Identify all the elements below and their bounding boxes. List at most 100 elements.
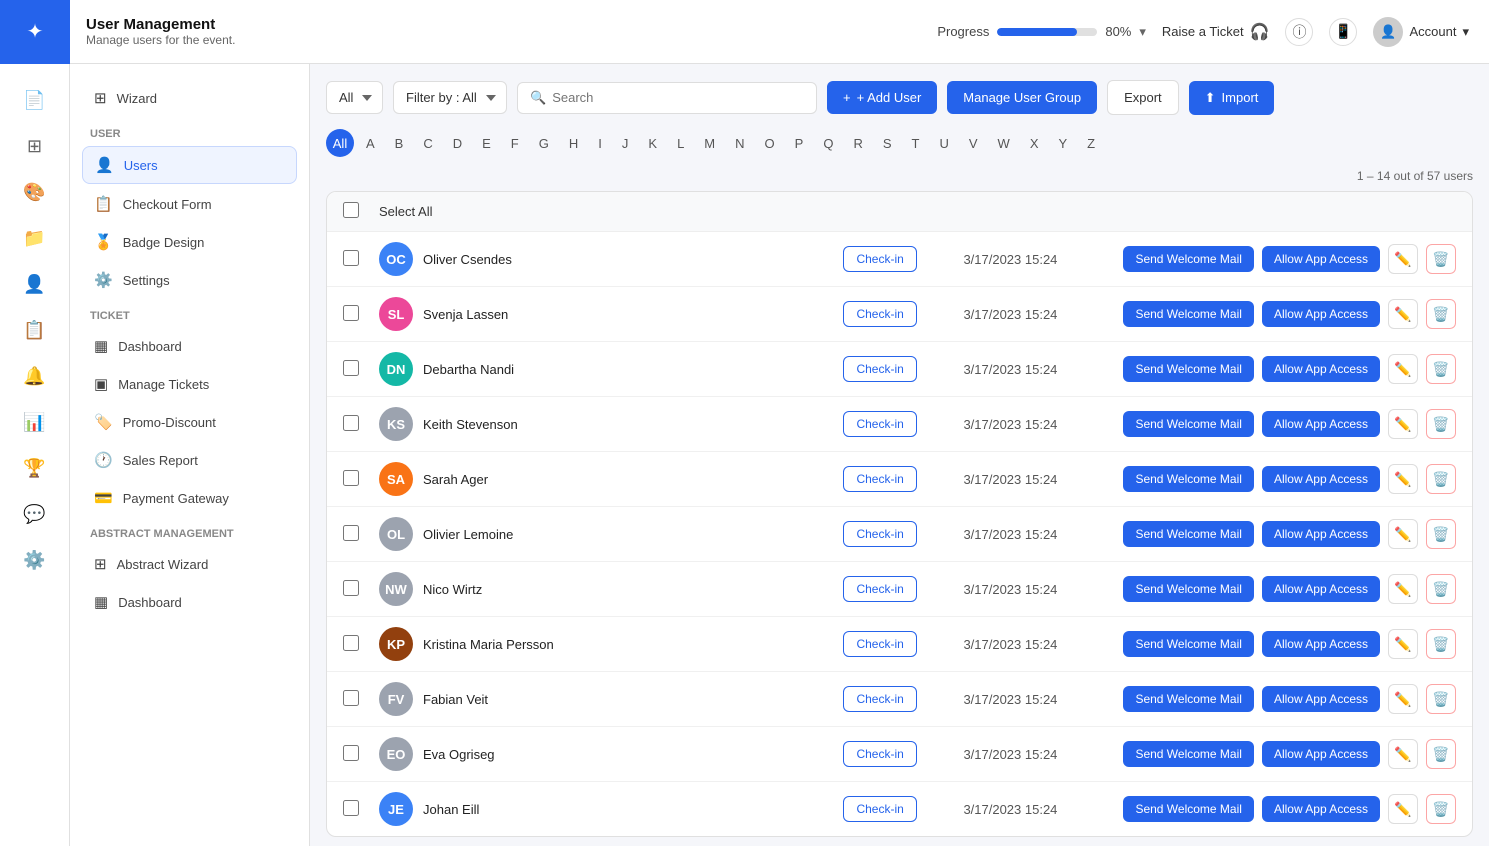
rail-icon-bell[interactable]: 🔔 bbox=[15, 356, 55, 396]
alpha-btn-q[interactable]: Q bbox=[815, 132, 841, 155]
send-mail-button-2[interactable]: Send Welcome Mail bbox=[1123, 356, 1254, 382]
rail-icon-trophy[interactable]: 🏆 bbox=[15, 448, 55, 488]
rail-icon-grid[interactable]: ⊞ bbox=[15, 126, 55, 166]
alpha-btn-z[interactable]: Z bbox=[1079, 132, 1103, 155]
account-button[interactable]: 👤 Account ▾ bbox=[1373, 17, 1469, 47]
import-button[interactable]: ⬆ Import bbox=[1189, 81, 1275, 115]
send-mail-button-3[interactable]: Send Welcome Mail bbox=[1123, 411, 1254, 437]
alpha-btn-r[interactable]: R bbox=[845, 132, 870, 155]
sidebar-item-manage-tickets[interactable]: ▣ Manage Tickets bbox=[82, 366, 297, 402]
rail-icon-settings[interactable]: ⚙️ bbox=[15, 540, 55, 580]
send-mail-button-9[interactable]: Send Welcome Mail bbox=[1123, 741, 1254, 767]
checkin-button-5[interactable]: Check-in bbox=[843, 521, 916, 547]
sidebar-item-payment[interactable]: 💳 Payment Gateway bbox=[82, 480, 297, 516]
row-checkbox-0[interactable] bbox=[343, 250, 359, 266]
delete-button-4[interactable]: 🗑️ bbox=[1426, 464, 1456, 494]
sidebar-item-wizard[interactable]: ⊞ Wizard bbox=[82, 80, 297, 116]
alpha-btn-a[interactable]: A bbox=[358, 132, 383, 155]
send-mail-button-10[interactable]: Send Welcome Mail bbox=[1123, 796, 1254, 822]
row-checkbox-7[interactable] bbox=[343, 635, 359, 651]
edit-button-9[interactable]: ✏️ bbox=[1388, 739, 1418, 769]
mobile-icon[interactable]: 📱 bbox=[1329, 18, 1357, 46]
edit-button-1[interactable]: ✏️ bbox=[1388, 299, 1418, 329]
checkin-button-6[interactable]: Check-in bbox=[843, 576, 916, 602]
edit-button-2[interactable]: ✏️ bbox=[1388, 354, 1418, 384]
alpha-btn-f[interactable]: F bbox=[503, 132, 527, 155]
allow-app-button-0[interactable]: Allow App Access bbox=[1262, 246, 1380, 272]
sidebar-item-dashboard[interactable]: ▦ Dashboard bbox=[82, 328, 297, 364]
filter-all-select[interactable]: All bbox=[326, 81, 383, 114]
manage-user-group-button[interactable]: Manage User Group bbox=[947, 81, 1097, 114]
delete-button-8[interactable]: 🗑️ bbox=[1426, 684, 1456, 714]
edit-button-7[interactable]: ✏️ bbox=[1388, 629, 1418, 659]
allow-app-button-7[interactable]: Allow App Access bbox=[1262, 631, 1380, 657]
allow-app-button-8[interactable]: Allow App Access bbox=[1262, 686, 1380, 712]
send-mail-button-6[interactable]: Send Welcome Mail bbox=[1123, 576, 1254, 602]
delete-button-9[interactable]: 🗑️ bbox=[1426, 739, 1456, 769]
delete-button-6[interactable]: 🗑️ bbox=[1426, 574, 1456, 604]
delete-button-3[interactable]: 🗑️ bbox=[1426, 409, 1456, 439]
row-checkbox-3[interactable] bbox=[343, 415, 359, 431]
info-icon[interactable]: ⓘ bbox=[1285, 18, 1313, 46]
select-all-checkbox[interactable] bbox=[343, 202, 359, 218]
send-mail-button-0[interactable]: Send Welcome Mail bbox=[1123, 246, 1254, 272]
search-input[interactable] bbox=[552, 90, 804, 105]
checkin-button-8[interactable]: Check-in bbox=[843, 686, 916, 712]
alpha-btn-w[interactable]: W bbox=[990, 132, 1018, 155]
allow-app-button-10[interactable]: Allow App Access bbox=[1262, 796, 1380, 822]
alpha-btn-h[interactable]: H bbox=[561, 132, 586, 155]
edit-button-4[interactable]: ✏️ bbox=[1388, 464, 1418, 494]
rail-icon-folder[interactable]: 📁 bbox=[15, 218, 55, 258]
alpha-btn-s[interactable]: S bbox=[875, 132, 900, 155]
row-checkbox-8[interactable] bbox=[343, 690, 359, 706]
rail-icon-list[interactable]: 📋 bbox=[15, 310, 55, 350]
delete-button-2[interactable]: 🗑️ bbox=[1426, 354, 1456, 384]
allow-app-button-5[interactable]: Allow App Access bbox=[1262, 521, 1380, 547]
alpha-btn-y[interactable]: Y bbox=[1050, 132, 1075, 155]
allow-app-button-4[interactable]: Allow App Access bbox=[1262, 466, 1380, 492]
allow-app-button-6[interactable]: Allow App Access bbox=[1262, 576, 1380, 602]
checkin-button-0[interactable]: Check-in bbox=[843, 246, 916, 272]
sidebar-item-checkout[interactable]: 📋 Checkout Form bbox=[82, 186, 297, 222]
raise-ticket-btn[interactable]: Raise a Ticket 🎧 bbox=[1162, 22, 1270, 42]
rail-icon-chat[interactable]: 💬 bbox=[15, 494, 55, 534]
row-checkbox-1[interactable] bbox=[343, 305, 359, 321]
send-mail-button-7[interactable]: Send Welcome Mail bbox=[1123, 631, 1254, 657]
allow-app-button-1[interactable]: Allow App Access bbox=[1262, 301, 1380, 327]
sidebar-item-badge[interactable]: 🏅 Badge Design bbox=[82, 224, 297, 260]
send-mail-button-4[interactable]: Send Welcome Mail bbox=[1123, 466, 1254, 492]
checkin-button-9[interactable]: Check-in bbox=[843, 741, 916, 767]
send-mail-button-5[interactable]: Send Welcome Mail bbox=[1123, 521, 1254, 547]
edit-button-3[interactable]: ✏️ bbox=[1388, 409, 1418, 439]
row-checkbox-10[interactable] bbox=[343, 800, 359, 816]
send-mail-button-1[interactable]: Send Welcome Mail bbox=[1123, 301, 1254, 327]
send-mail-button-8[interactable]: Send Welcome Mail bbox=[1123, 686, 1254, 712]
alpha-btn-j[interactable]: J bbox=[614, 132, 637, 155]
checkin-button-7[interactable]: Check-in bbox=[843, 631, 916, 657]
allow-app-button-2[interactable]: Allow App Access bbox=[1262, 356, 1380, 382]
alpha-btn-all[interactable]: All bbox=[326, 129, 354, 157]
alpha-btn-d[interactable]: D bbox=[445, 132, 470, 155]
edit-button-8[interactable]: ✏️ bbox=[1388, 684, 1418, 714]
delete-button-10[interactable]: 🗑️ bbox=[1426, 794, 1456, 824]
sidebar-item-sales[interactable]: 🕐 Sales Report bbox=[82, 442, 297, 478]
edit-button-6[interactable]: ✏️ bbox=[1388, 574, 1418, 604]
alpha-btn-l[interactable]: L bbox=[669, 132, 692, 155]
delete-button-0[interactable]: 🗑️ bbox=[1426, 244, 1456, 274]
progress-chevron[interactable]: ▾ bbox=[1139, 24, 1146, 40]
edit-button-5[interactable]: ✏️ bbox=[1388, 519, 1418, 549]
rail-icon-user[interactable]: 👤 bbox=[15, 264, 55, 304]
checkin-button-2[interactable]: Check-in bbox=[843, 356, 916, 382]
delete-button-7[interactable]: 🗑️ bbox=[1426, 629, 1456, 659]
sidebar-item-abstract-wizard[interactable]: ⊞ Abstract Wizard bbox=[82, 546, 297, 582]
alpha-btn-c[interactable]: C bbox=[415, 132, 440, 155]
delete-button-1[interactable]: 🗑️ bbox=[1426, 299, 1456, 329]
alpha-btn-x[interactable]: X bbox=[1022, 132, 1047, 155]
alpha-btn-t[interactable]: T bbox=[904, 132, 928, 155]
rail-icon-palette[interactable]: 🎨 bbox=[15, 172, 55, 212]
edit-button-0[interactable]: ✏️ bbox=[1388, 244, 1418, 274]
alpha-btn-p[interactable]: P bbox=[787, 132, 812, 155]
row-checkbox-5[interactable] bbox=[343, 525, 359, 541]
checkin-button-4[interactable]: Check-in bbox=[843, 466, 916, 492]
alpha-btn-e[interactable]: E bbox=[474, 132, 499, 155]
